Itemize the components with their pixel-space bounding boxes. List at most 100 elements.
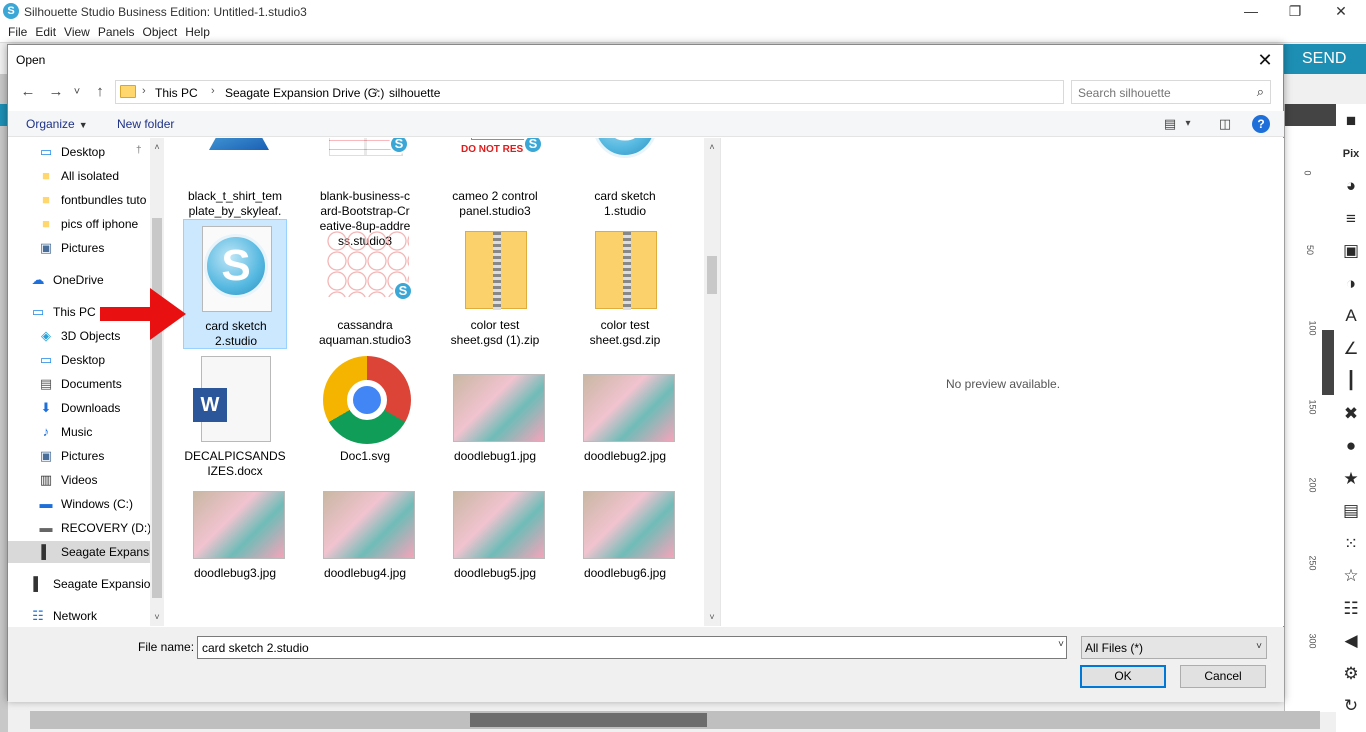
file-item[interactable]: Sblank-business-c ard-Bootstrap-Cr eativ… (313, 138, 417, 248)
nav-item-pics-off-iphone[interactable]: ■ pics off iphone (8, 213, 150, 235)
nav-item-seagate-expansio[interactable]: ▌ Seagate Expansio (8, 541, 150, 563)
change-view-icon[interactable]: ▤ (1158, 114, 1182, 134)
file-scroll-thumb[interactable] (707, 256, 717, 294)
menu-edit[interactable]: Edit (35, 23, 56, 39)
nav-item-network[interactable]: ☷ Network (8, 605, 150, 626)
file-item[interactable]: doodlebug3.jpg (183, 467, 287, 597)
nav-item-downloads[interactable]: ⬇ Downloads (8, 397, 150, 419)
align-icon[interactable]: ┃ (1340, 370, 1362, 392)
replicate-icon[interactable]: ✖ (1340, 403, 1362, 425)
search-input[interactable] (1078, 85, 1248, 100)
puzzle-icon[interactable]: ☷ (1340, 598, 1362, 620)
text-style-icon[interactable]: A (1340, 305, 1362, 327)
up-arrow-icon[interactable]: ↑ (90, 82, 110, 102)
file-scrollbar[interactable] (704, 138, 720, 626)
fill-gradient-icon[interactable]: ◑ (1340, 273, 1362, 295)
nav-item-videos[interactable]: ▥ Videos (8, 469, 150, 491)
organize-button[interactable]: Organize ▼ (26, 117, 88, 131)
nav-scroll-thumb[interactable] (152, 218, 162, 598)
nav-item-all-isolated[interactable]: ■ All isolated (8, 165, 150, 187)
scroll-down-icon[interactable]: ˅ (705, 610, 719, 624)
help-icon[interactable]: ? (1252, 115, 1270, 133)
nav-item-recovery-d-[interactable]: ▬ RECOVERY (D:) (8, 517, 151, 539)
refresh-icon[interactable]: ↻ (1340, 695, 1362, 717)
file-item[interactable]: DO NOT RES Scameo 2 control panel.studio3 (443, 138, 547, 220)
collapse-icon[interactable]: ◀ (1340, 630, 1362, 652)
file-item[interactable]: Scassandra aquaman.studio3 (313, 219, 417, 349)
nav-item-fontbundles-tuto[interactable]: ■ fontbundles tuto (8, 189, 150, 211)
pixscan-icon[interactable]: Pix (1340, 143, 1362, 165)
scroll-down-icon[interactable]: ˅ (150, 610, 164, 624)
nav-item-windows-c-[interactable]: ▬ Windows (C:) (8, 493, 150, 515)
file-name: color test sheet.gsd (1).zip (450, 318, 540, 347)
file-item[interactable]: doodlebug6.jpg (573, 467, 677, 597)
file-item[interactable]: color test sheet.gsd.zip (573, 219, 677, 349)
canvas-vertical-scrollbar[interactable] (1322, 330, 1334, 395)
file-item[interactable]: color test sheet.gsd (1).zip (443, 219, 547, 349)
file-name-combobox[interactable]: ˅ (197, 636, 1067, 659)
breadcrumb-this-pc[interactable]: This PC (155, 86, 198, 100)
folder-icon: ■ (42, 168, 50, 183)
nav-item-seagate-expansion[interactable]: ▌ Seagate Expansion (8, 573, 150, 595)
page-setup-icon[interactable]: ■ (1340, 110, 1362, 132)
offset-icon[interactable]: ★ (1340, 468, 1362, 490)
cancel-button[interactable]: Cancel (1180, 665, 1266, 688)
settings-icon[interactable]: ⚙ (1340, 663, 1362, 685)
view-options-chevron-icon[interactable]: ▾ (1180, 114, 1196, 134)
nav-item-pictures[interactable]: ▣ Pictures (8, 445, 150, 467)
trace-icon[interactable]: ⁙ (1340, 533, 1362, 555)
breadcrumb-silhouette[interactable]: silhouette (389, 86, 440, 100)
recent-locations-icon[interactable]: ˅ (70, 82, 84, 102)
file-name-input[interactable] (202, 641, 1042, 655)
ok-button[interactable]: OK (1080, 665, 1166, 688)
ruler-number: 0 (1302, 170, 1313, 176)
new-folder-button[interactable]: New folder (117, 117, 174, 131)
scroll-up-icon[interactable]: ˄ (705, 140, 719, 154)
canvas-horizontal-scroll-thumb[interactable] (470, 713, 707, 727)
file-item[interactable]: doodlebug4.jpg (313, 467, 417, 597)
close-window-button[interactable]: ✕ (1318, 2, 1364, 22)
fill-color-icon[interactable]: ◕ (1340, 175, 1362, 197)
search-icon[interactable]: ⌕ (1257, 84, 1264, 100)
breadcrumb-seagate-drive[interactable]: Seagate Expansion Drive (G:) (225, 86, 384, 100)
forward-arrow-icon[interactable]: → (46, 82, 66, 102)
menu-help[interactable]: Help (185, 23, 210, 39)
line-style-icon[interactable]: ≡ (1340, 208, 1362, 230)
file-item[interactable]: Doc1.svg (313, 350, 417, 480)
videos-icon: ▥ (39, 472, 53, 487)
search-box[interactable]: ⌕ (1071, 80, 1271, 104)
send-tab[interactable]: SEND (1284, 44, 1366, 74)
file-item[interactable]: doodlebug2.jpg (573, 350, 677, 480)
restore-button[interactable]: ❐ (1272, 2, 1318, 22)
chevron-down-icon[interactable]: ˅ (1058, 639, 1064, 650)
minimize-button[interactable]: — (1228, 2, 1274, 22)
preview-pane-icon[interactable]: ◫ (1213, 114, 1237, 134)
file-item[interactable]: black_t_shirt_tem plate_by_skyleaf. psd (183, 138, 287, 233)
nav-item-music[interactable]: ♪ Music (8, 421, 150, 443)
file-item[interactable]: doodlebug1.jpg (443, 350, 547, 480)
file-item[interactable]: W DECALPICSANDS IZES.docx (183, 350, 287, 480)
transform-icon[interactable]: ● (1340, 435, 1362, 457)
crumb-separator: › (375, 85, 379, 97)
nav-item-documents[interactable]: ▤ Documents (8, 373, 150, 395)
nav-item-pictures[interactable]: ▣ Pictures (8, 237, 150, 259)
nav-item-desktop[interactable]: ▭ Desktop † (8, 141, 150, 163)
file-item[interactable]: Scard sketch 1.studio (573, 138, 677, 220)
menu-object[interactable]: Object (143, 23, 178, 39)
file-type-select[interactable]: All Files (*) ˅ (1081, 636, 1267, 659)
rhinestone-icon[interactable]: ☆ (1340, 565, 1362, 587)
sketch-icon[interactable]: ∠ (1340, 338, 1362, 360)
scroll-up-icon[interactable]: ˄ (150, 140, 164, 154)
dialog-close-icon[interactable]: ✕ (1253, 49, 1277, 71)
file-item[interactable]: Scard sketch 2.studio (183, 219, 287, 349)
menu-panels[interactable]: Panels (98, 23, 135, 39)
back-arrow-icon[interactable]: ← (18, 82, 38, 102)
file-item[interactable]: doodlebug5.jpg (443, 467, 547, 597)
menu-file[interactable]: File (8, 23, 27, 39)
nav-item-desktop[interactable]: ▭ Desktop (8, 349, 150, 371)
menu-view[interactable]: View (64, 23, 90, 39)
image-effects-icon[interactable]: ▣ (1340, 240, 1362, 262)
file-thumbnail: S (192, 224, 280, 314)
layers-icon[interactable]: ▤ (1340, 500, 1362, 522)
address-bar[interactable]: › This PC › Seagate Expansion Drive (G:)… (115, 80, 1163, 104)
